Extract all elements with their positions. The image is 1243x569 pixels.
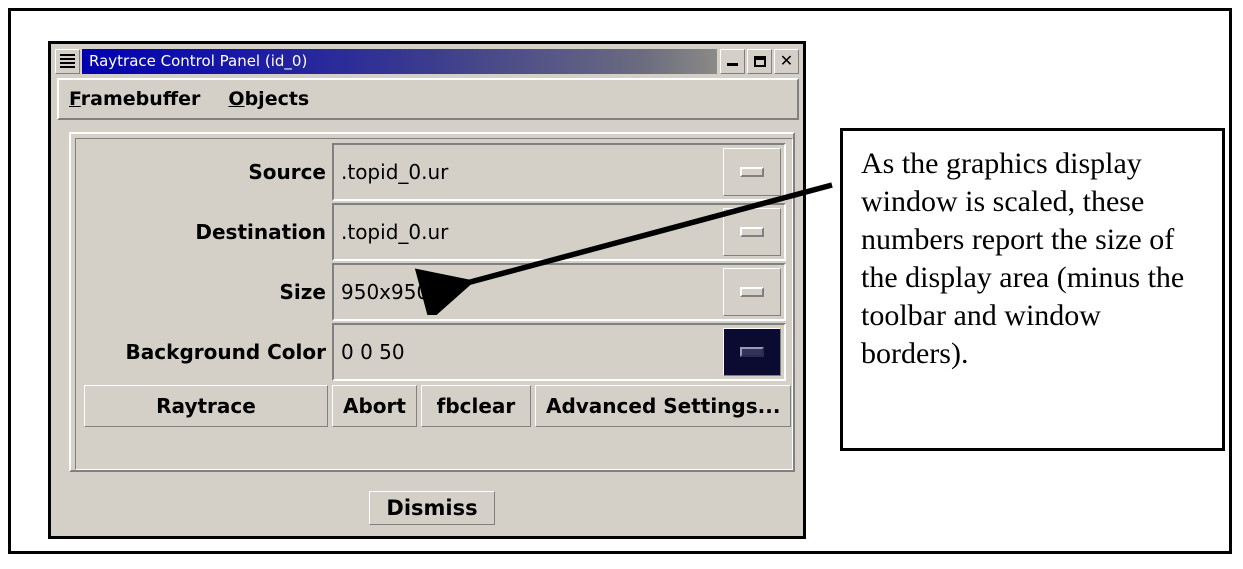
dismiss-button[interactable]: Dismiss [369,491,495,525]
maximize-button[interactable] [747,48,772,74]
advanced-settings-button[interactable]: Advanced Settings... [534,385,792,427]
field-row-background-color: Background Color 0 0 50 [84,323,786,381]
menu-item-objects[interactable]: Objects [228,88,309,110]
color-swatch-button[interactable] [723,328,781,376]
dash-icon [740,347,764,357]
menu-item-framebuffer[interactable]: Framebuffer [69,88,200,110]
option-button-source[interactable] [723,148,781,196]
field-destination[interactable]: .topid_0.ur [332,203,786,261]
option-button-size[interactable] [723,268,781,316]
label-background-color: Background Color [125,340,326,364]
field-background-color[interactable]: 0 0 50 [332,323,786,381]
menu-bar: Framebuffer Objects [57,78,799,120]
raytrace-control-panel-window: Raytrace Control Panel (id_0) ✕ Framebuf… [48,41,806,539]
dash-icon [740,287,764,297]
label-size: Size [279,280,326,304]
value-destination[interactable]: .topid_0.ur [334,205,723,259]
menu-label-objects: bjects [244,88,310,110]
title-bar-gradient[interactable]: Raytrace Control Panel (id_0) [82,48,717,74]
window-title: Raytrace Control Panel (id_0) [89,52,308,70]
field-source[interactable]: .topid_0.ur [332,143,786,201]
fbclear-button[interactable]: fbclear [420,385,531,427]
title-bar: Raytrace Control Panel (id_0) ✕ [53,46,801,76]
label-destination: Destination [195,220,326,244]
window-controls: ✕ [720,48,799,74]
field-row-destination: Destination .topid_0.ur [84,203,786,261]
figure-frame: Raytrace Control Panel (id_0) ✕ Framebuf… [8,8,1232,554]
value-size[interactable]: 950x950 [334,265,723,319]
maximize-icon [748,50,771,73]
minimize-button[interactable] [720,48,745,74]
close-icon: ✕ [779,51,794,70]
close-button[interactable]: ✕ [774,48,799,74]
option-button-destination[interactable] [723,208,781,256]
abort-button[interactable]: Abort [332,385,417,427]
dash-icon [740,227,764,237]
settings-panel-inner: Source .topid_0.ur Destination .topid_0.… [75,138,793,470]
action-button-row: Raytrace Abort fbclear Advanced Settings… [84,385,792,427]
dismiss-area: Dismiss [69,482,795,534]
menu-mnemonic-objects: O [228,88,245,110]
raytrace-button[interactable]: Raytrace [84,385,328,427]
field-row-source: Source .topid_0.ur [84,143,786,201]
menu-label-framebuffer: ramebuffer [80,88,201,110]
minimize-icon [721,50,744,73]
field-size[interactable]: 950x950 [332,263,786,321]
value-source[interactable]: .topid_0.ur [334,145,723,199]
value-background-color[interactable]: 0 0 50 [334,325,723,379]
settings-panel: Source .topid_0.ur Destination .topid_0.… [69,132,795,472]
menu-mnemonic-framebuffer: F [69,88,81,110]
field-row-size: Size 950x950 [84,263,786,321]
annotation-text: As the graphics display window is scaled… [861,147,1185,371]
window-menu-icon[interactable] [55,48,80,74]
annotation-callout: As the graphics display window is scaled… [840,128,1225,451]
dash-icon [740,167,764,177]
window-menu-stripes [60,53,75,69]
label-source: Source [248,160,326,184]
